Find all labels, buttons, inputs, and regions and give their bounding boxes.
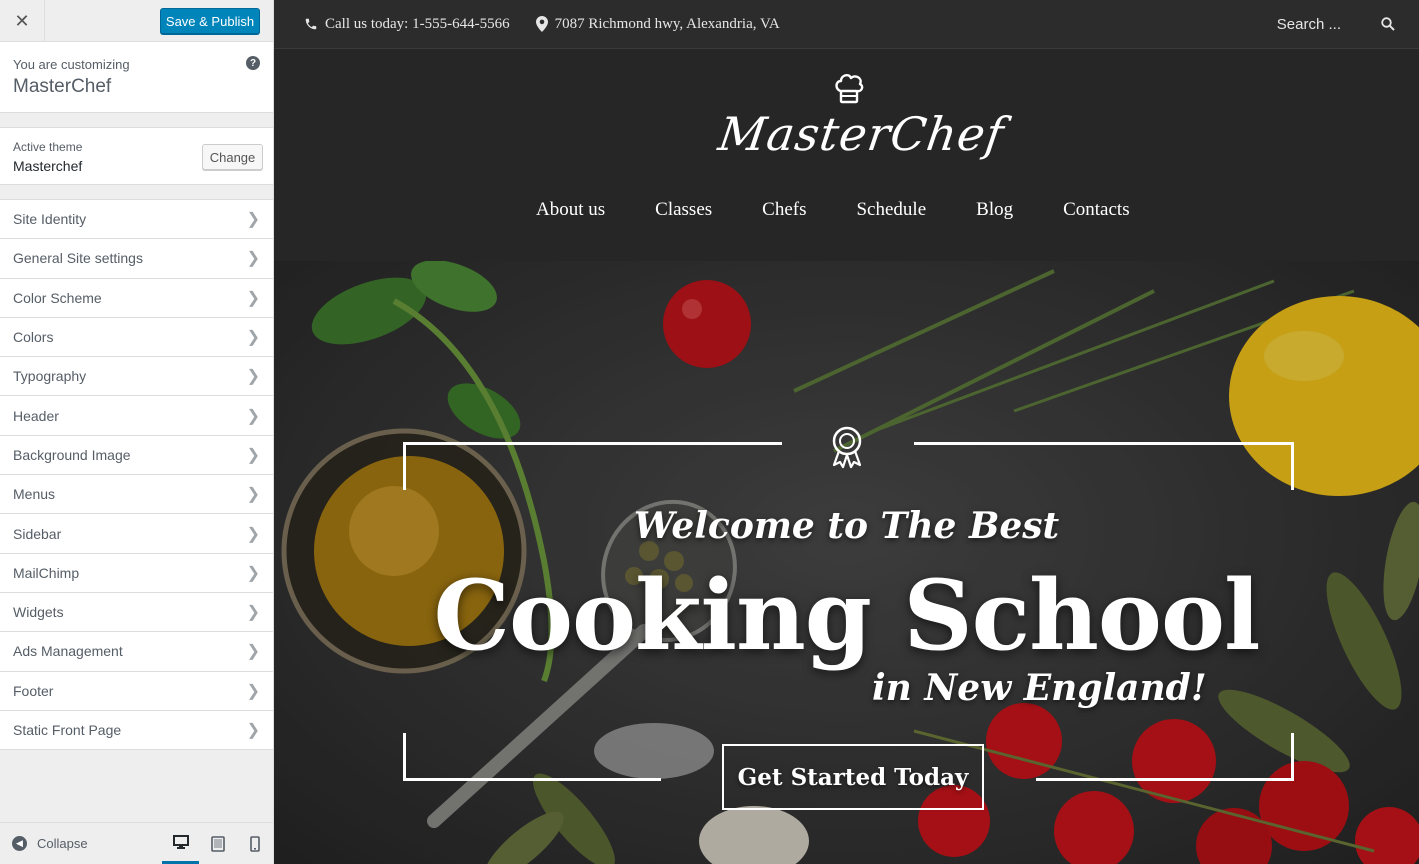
logo-text: MasterChef: [715, 107, 1008, 161]
top-bar: Call us today: 1-555-644-5566 7087 Richm…: [274, 0, 1419, 49]
section-label: Widgets: [13, 604, 64, 621]
section-label: Site Identity: [13, 211, 87, 228]
chevron-right-icon: ❯: [246, 564, 260, 582]
chevron-right-icon: ❯: [246, 250, 260, 268]
frame-top-right: [914, 442, 1294, 445]
section-list: Site Identity ❯ General Site settings ❯ Co…: [0, 199, 273, 751]
frame-left-bottom: [403, 733, 406, 781]
section-label: Menus: [13, 486, 56, 503]
chevron-right-icon: ❯: [246, 289, 260, 307]
site-header: MasterChef About us Classes Chefs Schedu…: [274, 49, 1419, 261]
site-preview: Call us today: 1-555-644-5566 7087 Richm…: [274, 0, 1419, 864]
nav-about-us[interactable]: About us: [536, 199, 605, 221]
hero-subtitle: Welcome to The Best: [633, 505, 1060, 547]
chevron-right-icon: ❯: [246, 682, 260, 700]
section-label: Header: [13, 407, 59, 424]
frame-bottom-left: [403, 778, 661, 781]
chevron-right-icon: ❯: [246, 604, 260, 622]
frame-top-left: [403, 442, 782, 445]
section-typography[interactable]: Typography ❯: [0, 357, 273, 397]
map-pin-icon: [535, 16, 548, 32]
section-ads-management[interactable]: Ads Management ❯: [0, 632, 273, 672]
device-preview-toggle: [162, 823, 273, 864]
section-label: Color Scheme: [13, 289, 102, 306]
hero-title: Cooking School: [433, 559, 1261, 672]
collapse-arrow-icon: ◀: [12, 836, 27, 851]
chevron-right-icon: ❯: [246, 722, 260, 739]
section-header[interactable]: Header ❯: [0, 396, 273, 436]
section-background-image[interactable]: Background Image ❯: [0, 435, 273, 476]
section-label: Typography: [13, 368, 87, 385]
search-input[interactable]: Search ...: [1277, 16, 1341, 33]
nav-classes[interactable]: Classes: [655, 199, 712, 221]
chevron-right-icon: ❯: [246, 525, 260, 543]
frame-right-top: [1291, 442, 1294, 490]
phone-icon: [305, 18, 317, 30]
section-menus[interactable]: Menus ❯: [0, 475, 273, 515]
section-widgets[interactable]: Widgets ❯: [0, 592, 273, 633]
section-site-identity[interactable]: Site Identity ❯: [0, 200, 273, 240]
collapse-label: Collapse: [37, 836, 88, 851]
save-publish-button[interactable]: Save & Publish: [160, 8, 260, 34]
phone-info: Call us today: 1-555-644-5566: [304, 16, 510, 33]
frame-right-bottom: [1291, 733, 1294, 781]
section-label: Background Image: [13, 446, 131, 463]
section-label: General Site settings: [13, 250, 143, 267]
section-label: MailChimp: [13, 564, 80, 581]
customizer-footer: ◀ Collapse: [0, 822, 273, 864]
customizer-sidebar: ✕ Save & Publish You are customizing Mas…: [0, 0, 274, 864]
help-icon[interactable]: ?: [246, 56, 260, 70]
nav-contacts[interactable]: Contacts: [1063, 199, 1130, 221]
section-label: Colors: [13, 329, 54, 346]
chevron-right-icon: ❯: [246, 446, 260, 464]
hero-section: Welcome to The Best Cooking School in Ne…: [274, 261, 1419, 864]
change-theme-button[interactable]: Change: [202, 144, 263, 170]
section-label: Ads Management: [13, 643, 123, 660]
section-sidebar[interactable]: Sidebar ❯: [0, 514, 273, 554]
section-color-scheme[interactable]: Color Scheme ❯: [0, 278, 273, 318]
section-label: Static Front Page: [13, 722, 122, 738]
close-customizer-button[interactable]: ✕: [0, 0, 45, 42]
section-colors[interactable]: Colors ❯: [0, 317, 273, 358]
chevron-right-icon: ❯: [246, 329, 260, 347]
active-theme-panel: Active theme Masterchef Change: [0, 127, 273, 185]
customizing-label: You are customizing: [13, 57, 130, 72]
chevron-right-icon: ❯: [246, 368, 260, 386]
desktop-preview-icon[interactable]: [162, 823, 199, 864]
nav-blog[interactable]: Blog: [976, 199, 1013, 221]
section-label: Sidebar: [13, 525, 62, 542]
address-info: 7087 Richmond hwy, Alexandria, VA: [535, 15, 780, 33]
mobile-preview-icon[interactable]: [236, 823, 273, 864]
frame-bottom-right: [1036, 778, 1294, 781]
tablet-preview-icon[interactable]: [199, 823, 236, 864]
award-ribbon-icon: [832, 426, 862, 469]
site-title: MasterChef: [13, 76, 112, 97]
frame-left-top: [403, 442, 406, 490]
section-static-front-page[interactable]: Static Front Page ❯: [0, 710, 273, 751]
collapse-button[interactable]: ◀ Collapse: [0, 836, 88, 851]
main-nav: About us Classes Chefs Schedule Blog Con…: [536, 199, 1130, 221]
section-mailchimp[interactable]: MailChimp ❯: [0, 553, 273, 593]
chevron-right-icon: ❯: [246, 486, 260, 504]
phone-text: Call us today: 1-555-644-5566: [325, 15, 510, 32]
chevron-right-icon: ❯: [246, 643, 260, 661]
search-icon[interactable]: [1381, 17, 1395, 31]
section-general-site-settings[interactable]: General Site settings ❯: [0, 239, 273, 279]
site-logo[interactable]: MasterChef: [715, 71, 1008, 161]
chef-hat-icon: [835, 73, 864, 104]
section-footer[interactable]: Footer ❯: [0, 671, 273, 711]
chevron-right-icon: ❯: [246, 211, 260, 229]
get-started-button[interactable]: Get Started Today: [722, 744, 984, 810]
hero-tagline: in New England!: [872, 667, 1207, 709]
nav-schedule[interactable]: Schedule: [856, 199, 926, 221]
customizer-header: ✕ Save & Publish: [0, 0, 273, 42]
nav-chefs[interactable]: Chefs: [762, 199, 806, 221]
site-search[interactable]: Search ...: [1277, 16, 1395, 33]
customizing-info: You are customizing MasterChef ?: [0, 42, 273, 113]
section-label: Footer: [13, 682, 54, 699]
chevron-right-icon: ❯: [246, 407, 260, 425]
address-text: 7087 Richmond hwy, Alexandria, VA: [554, 15, 780, 32]
